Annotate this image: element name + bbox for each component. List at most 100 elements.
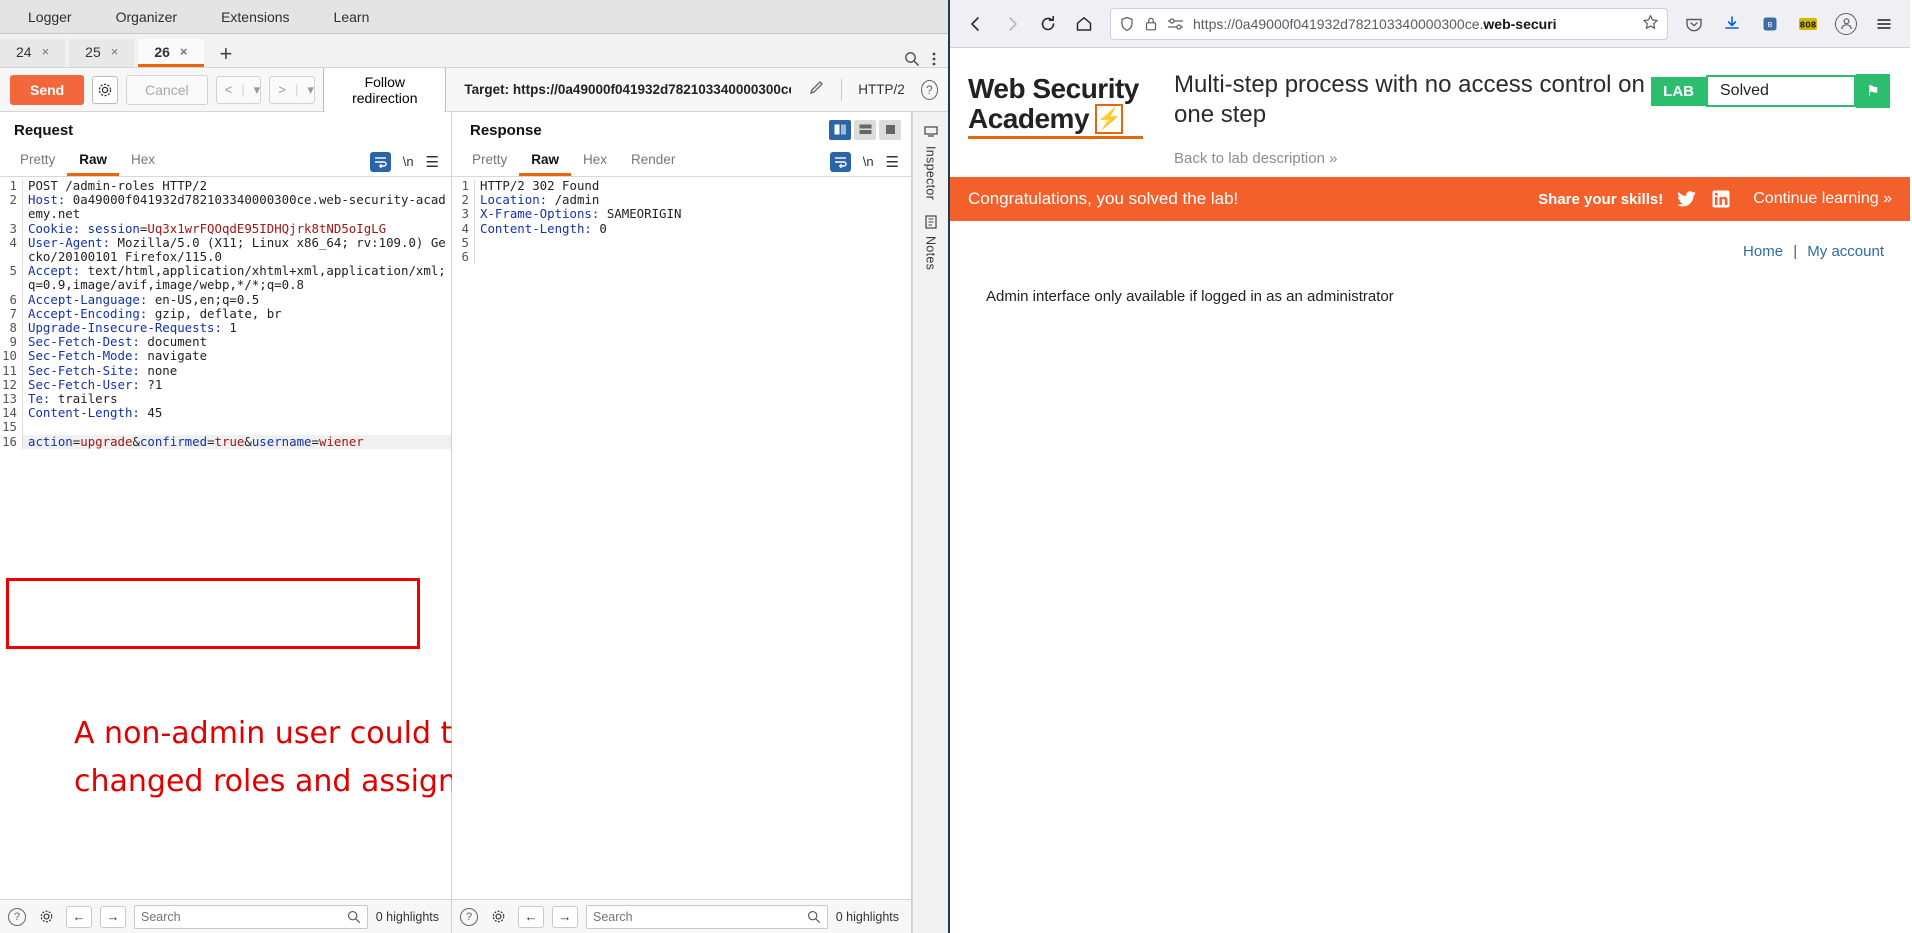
tab-response-pretty[interactable]: Pretty: [460, 148, 519, 176]
reload-icon[interactable]: [1032, 8, 1064, 40]
continue-learning-link[interactable]: Continue learning »: [1753, 190, 1892, 208]
account-avatar-icon[interactable]: [1830, 8, 1862, 40]
line-number: 16: [2, 433, 17, 449]
request-search-box[interactable]: [134, 904, 368, 929]
newline-icon[interactable]: \n: [403, 154, 414, 169]
menu-item-extensions[interactable]: Extensions: [199, 3, 311, 31]
close-icon[interactable]: ×: [42, 44, 50, 59]
history-forward-group[interactable]: > | ▾: [269, 75, 316, 104]
history-forward-button[interactable]: >: [270, 77, 294, 103]
lab-title-block: Multi-step process with no access contro…: [1158, 70, 1651, 167]
url-bar[interactable]: https://0a49000f041932d782103340000300ce…: [1110, 7, 1668, 40]
response-footer: ? ← → 0 highlights: [452, 899, 911, 933]
gear-icon[interactable]: [92, 75, 119, 104]
browser-toolbar: https://0a49000f041932d782103340000300ce…: [950, 0, 1910, 48]
linkedin-icon[interactable]: [1711, 189, 1731, 209]
search-prev-button[interactable]: ←: [518, 905, 544, 928]
line-text: Accept-Language: en-US,en;q=0.5: [22, 292, 451, 307]
home-icon[interactable]: [1068, 8, 1100, 40]
home-link[interactable]: Home: [1743, 243, 1783, 260]
back-icon[interactable]: [960, 8, 992, 40]
request-search-input[interactable]: [141, 909, 347, 924]
tab-request-pretty[interactable]: Pretty: [8, 148, 67, 176]
line-number: 6: [461, 249, 469, 265]
line-text: Location: /admin: [474, 193, 911, 208]
follow-redirection-button[interactable]: Follow redirection: [323, 66, 447, 113]
toolbar-right-icons: B 808: [1678, 8, 1900, 40]
line-number: 4: [461, 220, 469, 236]
line-number: 7: [9, 305, 17, 321]
app-menu-icon[interactable]: [1868, 8, 1900, 40]
lab-page-body: Home | My account Admin interface only a…: [950, 221, 1910, 933]
cancel-button[interactable]: Cancel: [126, 74, 208, 105]
line-number: 9: [9, 334, 17, 350]
search-next-button[interactable]: →: [552, 905, 578, 928]
tab-request-hex[interactable]: Hex: [119, 148, 167, 176]
help-icon[interactable]: ?: [920, 79, 939, 100]
inspector-icon: [923, 126, 938, 137]
code-line: 1 HTTP/2 302 Found: [452, 178, 911, 194]
code-line: 4 User-Agent: Mozilla/5.0 (X11; Linux x86…: [0, 234, 451, 265]
word-wrap-icon[interactable]: [369, 151, 391, 172]
my-account-link[interactable]: My account: [1807, 243, 1884, 260]
rail-item-inspector[interactable]: Inspector: [923, 124, 939, 200]
rail-item-notes[interactable]: Notes: [923, 214, 939, 270]
gear-icon[interactable]: [486, 906, 510, 928]
layout-split-horizontal-icon[interactable]: [854, 119, 876, 140]
close-icon[interactable]: ×: [180, 44, 188, 59]
response-editor[interactable]: 1 HTTP/2 302 Found 2 Location: /admin 3 X-Fra…: [452, 177, 911, 899]
line-text: [474, 250, 911, 265]
back-to-lab-description-link[interactable]: Back to lab description »: [1174, 150, 1651, 167]
response-search-box[interactable]: [586, 904, 828, 929]
tab-response-raw[interactable]: Raw: [519, 148, 572, 176]
search-next-button[interactable]: →: [100, 905, 126, 928]
line-text: [22, 420, 451, 435]
response-menu-icon[interactable]: ☰: [886, 153, 899, 171]
history-back-caret-icon[interactable]: ▾: [246, 77, 261, 103]
help-icon[interactable]: ?: [8, 907, 26, 926]
menu-item-organizer[interactable]: Organizer: [94, 3, 199, 31]
new-repeater-tab-button[interactable]: +: [208, 43, 245, 67]
pocket-icon[interactable]: [1678, 8, 1710, 40]
bookmark-star-icon[interactable]: [1642, 14, 1659, 34]
send-button[interactable]: Send: [10, 74, 85, 105]
history-forward-caret-icon[interactable]: ▾: [299, 77, 314, 103]
word-wrap-icon[interactable]: [829, 151, 851, 172]
line-number: 4: [9, 234, 17, 250]
tab-response-hex[interactable]: Hex: [571, 148, 619, 176]
tab-request-raw[interactable]: Raw: [67, 148, 120, 176]
repeater-tab-24[interactable]: 24 ×: [0, 39, 66, 67]
tab-response-render[interactable]: Render: [619, 148, 687, 176]
downloads-icon[interactable]: [1716, 8, 1748, 40]
forward-icon[interactable]: [996, 8, 1028, 40]
layout-single-icon[interactable]: [879, 119, 901, 140]
close-icon[interactable]: ×: [111, 44, 119, 59]
gear-icon[interactable]: [34, 906, 58, 928]
layout-split-vertical-icon[interactable]: [829, 119, 851, 140]
search-icon[interactable]: [904, 51, 920, 67]
history-back-group[interactable]: < | ▾: [215, 75, 262, 104]
search-prev-button[interactable]: ←: [66, 905, 92, 928]
twitter-icon[interactable]: [1677, 189, 1697, 209]
help-icon[interactable]: ?: [460, 907, 478, 926]
edit-pencil-icon[interactable]: [809, 80, 825, 99]
line-text: X-Frame-Options: SAMEORIGIN: [474, 207, 911, 222]
newline-icon[interactable]: \n: [863, 154, 874, 169]
response-pane: Response Pretty Raw Hex Render \n ☰ 1 HT…: [452, 112, 912, 933]
repeater-tab-26[interactable]: 26 ×: [138, 39, 204, 67]
url-prefix: https://0a49000f041932d782103340000300ce…: [1193, 15, 1484, 32]
menu-item-learn[interactable]: Learn: [312, 3, 392, 31]
code-line: 2 Host: 0a49000f041932d782103340000300ce.…: [0, 193, 451, 222]
request-menu-icon[interactable]: ☰: [426, 153, 439, 171]
response-search-input[interactable]: [593, 909, 807, 924]
extension-icon[interactable]: B: [1754, 8, 1786, 40]
history-back-button[interactable]: <: [217, 77, 241, 103]
overflow-menu-icon[interactable]: [932, 51, 936, 67]
line-text: Te: trailers: [22, 391, 451, 407]
svg-text:B: B: [1768, 21, 1773, 29]
repeater-tab-25[interactable]: 25 ×: [69, 39, 135, 67]
search-icon: [807, 910, 820, 923]
menu-item-logger[interactable]: Logger: [6, 3, 94, 31]
notification-badge-icon[interactable]: 808: [1792, 8, 1824, 40]
logo-line-2: Academy ⚡: [968, 104, 1158, 134]
